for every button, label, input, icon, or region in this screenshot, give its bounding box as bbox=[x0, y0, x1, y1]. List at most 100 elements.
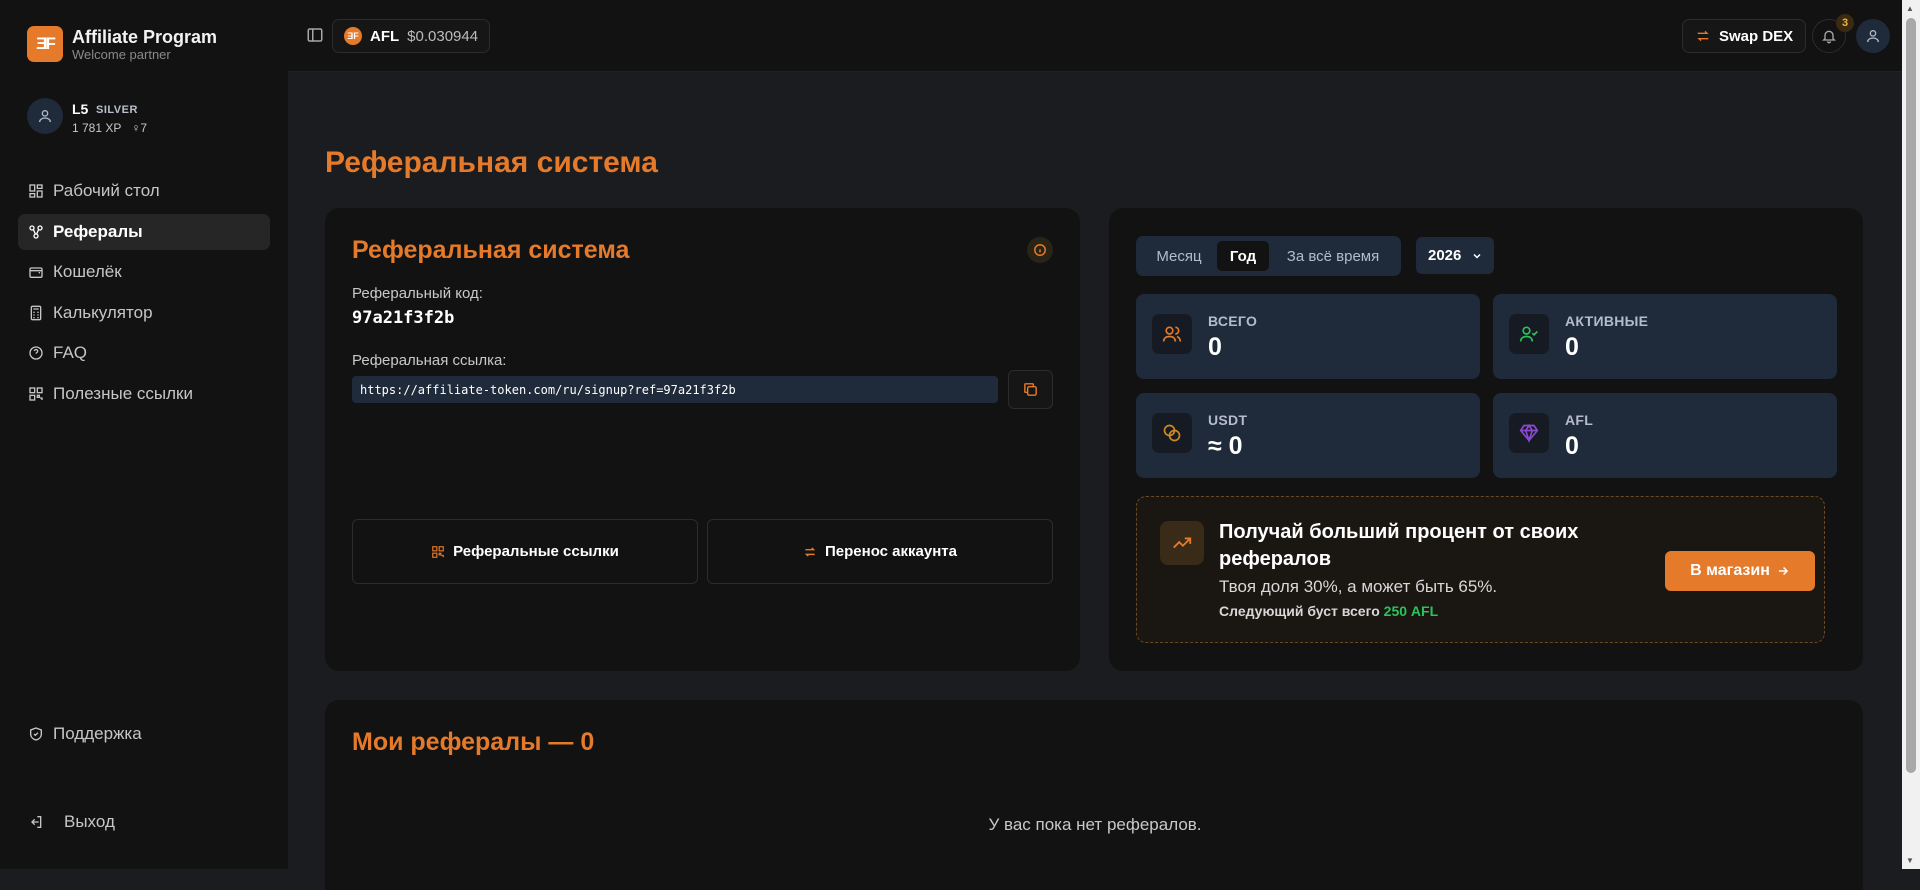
swap-label: Swap DEX bbox=[1719, 27, 1794, 45]
empty-state-text: У вас пока нет рефералов. bbox=[988, 815, 1202, 834]
sidebar-item-calculator[interactable]: Калькулятор bbox=[18, 295, 270, 331]
stat-label: AFL bbox=[1565, 412, 1594, 428]
sidebar-item-label: Калькулятор bbox=[53, 303, 153, 322]
dashboard-icon bbox=[29, 184, 43, 198]
referral-link-field[interactable]: https://affiliate-token.com/ru/signup?re… bbox=[352, 376, 998, 403]
my-referrals-title: Мои рефералы — 0 bbox=[352, 728, 595, 756]
period-tabs: Месяц Год За всё время bbox=[1136, 236, 1401, 276]
user-avatar[interactable] bbox=[27, 98, 63, 134]
sidebar-item-label: Поддержка bbox=[53, 724, 142, 743]
swap-icon bbox=[1697, 30, 1709, 42]
user-menu-button[interactable] bbox=[1856, 19, 1890, 53]
stat-usdt: USDT ≈ 0 bbox=[1136, 393, 1480, 478]
logout-icon bbox=[31, 816, 42, 828]
sidebar: ƎF Affiliate Program Welcome partner L5 … bbox=[0, 0, 288, 869]
stat-icon-box bbox=[1509, 413, 1549, 453]
referral-code-label: Реферальный код: bbox=[352, 285, 483, 302]
tab-year[interactable]: Год bbox=[1217, 241, 1269, 271]
app-logo[interactable]: ƎF bbox=[27, 26, 63, 62]
token-symbol: AFL bbox=[370, 27, 400, 45]
calculator-icon bbox=[30, 305, 42, 321]
stat-value: 0 bbox=[1208, 333, 1222, 361]
sidebar-toggle-icon bbox=[307, 28, 323, 42]
sidebar-item-support[interactable]: Поддержка bbox=[18, 716, 270, 752]
my-referrals-card: Мои рефералы — 0 У вас пока нет реферало… bbox=[325, 700, 1863, 890]
stat-total: ВСЕГО 0 bbox=[1136, 294, 1480, 379]
diamond-icon bbox=[1519, 423, 1539, 443]
promo-title: Получай больший процент от своих реферал… bbox=[1219, 521, 1579, 570]
info-button[interactable] bbox=[1027, 237, 1053, 263]
sidebar-item-faq[interactable]: FAQ bbox=[18, 335, 270, 371]
user-icon bbox=[1867, 30, 1879, 43]
stat-icon-box bbox=[1152, 413, 1192, 453]
stat-value: ≈ 0 bbox=[1208, 432, 1243, 460]
wallet-icon bbox=[29, 267, 43, 278]
user-check-icon bbox=[1519, 326, 1538, 342]
chevron-down-icon bbox=[1473, 253, 1481, 259]
sidebar-item-label: Рефералы bbox=[53, 222, 143, 241]
info-icon bbox=[1034, 244, 1046, 256]
sidebar-item-links[interactable]: Полезные ссылки bbox=[18, 376, 270, 412]
referral-link-label: Реферальная ссылка: bbox=[352, 352, 507, 369]
scrollbar-thumb[interactable] bbox=[1906, 18, 1916, 773]
token-ticker[interactable]: ƎF AFL $0.030944 bbox=[332, 19, 491, 53]
sidebar-item-label: FAQ bbox=[53, 343, 88, 362]
referral-links-button[interactable]: Реферальные ссылки bbox=[352, 519, 698, 584]
users-icon bbox=[1162, 326, 1182, 342]
stat-label: АКТИВНЫЕ bbox=[1565, 313, 1649, 329]
stats-card: Месяц Год За всё время 2026 ВСЕГО 0 АКТИ… bbox=[1109, 208, 1863, 671]
sidebar-item-label: Выход bbox=[64, 812, 115, 831]
qr-icon bbox=[432, 545, 445, 558]
stat-value: 0 bbox=[1565, 432, 1579, 460]
tab-all-time[interactable]: За всё время bbox=[1270, 241, 1396, 271]
scroll-down-arrow-icon[interactable]: ▼ bbox=[1906, 856, 1914, 865]
trending-up-icon bbox=[1173, 537, 1192, 549]
stat-icon-box bbox=[1152, 314, 1192, 354]
referral-code: 97a21f3f2b bbox=[352, 308, 455, 328]
referrals-icon bbox=[29, 225, 43, 239]
promo-next-boost: Следующий буст всего 250 AFL bbox=[1219, 603, 1438, 619]
year-select[interactable]: 2026 bbox=[1416, 237, 1494, 274]
account-transfer-button[interactable]: Перенос аккаунта bbox=[707, 519, 1053, 584]
promo-icon-box bbox=[1160, 521, 1204, 565]
arrow-right-icon bbox=[1778, 566, 1788, 576]
referral-card: Реферальная система Реферальный код: 97a… bbox=[325, 208, 1080, 671]
year-value: 2026 bbox=[1428, 247, 1462, 264]
promo-next-prefix: Следующий буст всего bbox=[1219, 603, 1380, 619]
sidebar-item-dashboard[interactable]: Рабочий стол bbox=[18, 173, 270, 209]
copy-link-button[interactable] bbox=[1008, 370, 1053, 409]
bell-icon bbox=[1822, 30, 1836, 44]
sidebar-item-logout[interactable]: Выход bbox=[18, 804, 270, 840]
promo-next-value: 250 AFL bbox=[1383, 603, 1439, 619]
sidebar-item-wallet[interactable]: Кошелёк bbox=[18, 254, 270, 290]
support-icon bbox=[30, 727, 42, 741]
shop-button[interactable]: В магазин bbox=[1665, 551, 1815, 591]
user-icon bbox=[39, 110, 51, 123]
stat-active: АКТИВНЫЕ 0 bbox=[1493, 294, 1837, 379]
sidebar-item-label: Кошелёк bbox=[53, 262, 122, 281]
scroll-up-arrow-icon[interactable]: ▲ bbox=[1906, 4, 1914, 13]
coins-icon bbox=[1163, 424, 1181, 442]
swap-dex-button[interactable]: Swap DEX bbox=[1682, 19, 1807, 53]
stat-label: USDT bbox=[1208, 412, 1248, 428]
help-icon bbox=[29, 346, 43, 360]
copy-icon bbox=[1024, 383, 1037, 396]
sidebar-toggle-button[interactable] bbox=[306, 26, 324, 49]
notification-badge: 3 bbox=[1836, 14, 1854, 32]
stat-icon-box bbox=[1509, 314, 1549, 354]
links-icon bbox=[29, 387, 43, 401]
user-level: L5 bbox=[72, 101, 89, 117]
swap-icon bbox=[804, 546, 816, 557]
stat-label: ВСЕГО bbox=[1208, 313, 1258, 329]
token-logo-icon: ƎF bbox=[344, 27, 362, 45]
sidebar-item-referrals[interactable]: Рефералы bbox=[18, 214, 270, 250]
sidebar-item-label: Рабочий стол bbox=[53, 181, 160, 200]
user-xp: 1 781 XP ♀7 bbox=[72, 121, 147, 135]
page-title: Реферальная система bbox=[325, 146, 658, 179]
stat-value: 0 bbox=[1565, 333, 1579, 361]
boost-promo: Получай больший процент от своих реферал… bbox=[1136, 496, 1825, 643]
refs-count: ♀7 bbox=[131, 121, 148, 135]
shop-label: В магазин bbox=[1690, 562, 1770, 579]
tab-month[interactable]: Месяц bbox=[1142, 241, 1216, 271]
referral-links-label: Реферальные ссылки bbox=[453, 543, 619, 560]
